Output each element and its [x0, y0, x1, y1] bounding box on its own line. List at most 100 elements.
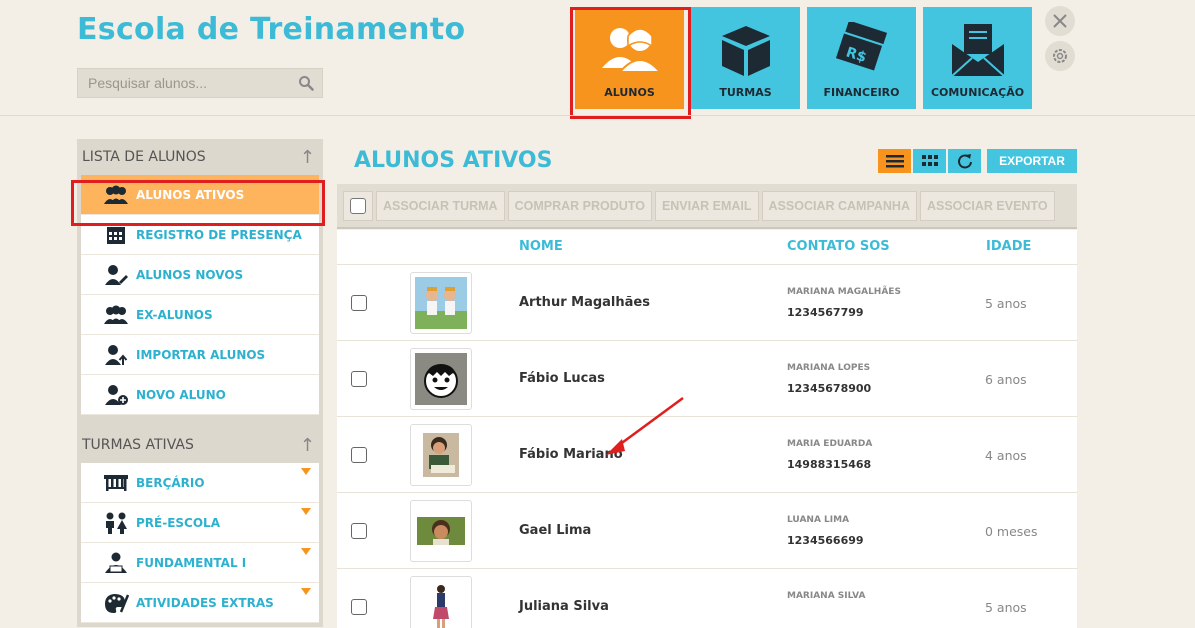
user-import-icon	[105, 344, 128, 365]
comprar-produto-button[interactable]: COMPRAR PRODUTO	[507, 190, 652, 221]
sidebar-item-alunos-ativos[interactable]: ALUNOS ATIVOS	[81, 175, 319, 215]
module-alunos[interactable]: ALUNOS	[575, 7, 684, 109]
column-header-age[interactable]: IDADE	[986, 239, 1031, 254]
row-checkbox[interactable]	[351, 295, 367, 311]
contact-name: MARIANA LOPES	[787, 363, 871, 373]
sidebar-section-header[interactable]: LISTA DE ALUNOS ↑	[77, 139, 323, 175]
student-list-menu: ALUNOS ATIVOS REGISTRO DE PRESENÇA ALUNO…	[77, 175, 323, 419]
module-label: FINANCEIRO	[823, 86, 900, 99]
group-icon	[104, 305, 128, 324]
students-table: NOME CONTATO SOS IDADE Arthur Magalhães …	[337, 230, 1077, 628]
kids-icon	[106, 512, 127, 534]
student-age: 5 anos	[985, 600, 1027, 615]
settings-button[interactable]	[1045, 41, 1075, 71]
contact-name: MARIA EDUARDA	[787, 439, 873, 449]
students-icon	[601, 27, 662, 73]
associar-campanha-button[interactable]: ASSOCIAR CAMPANHA	[761, 190, 917, 221]
close-icon	[1053, 14, 1067, 28]
search-box[interactable]	[77, 68, 323, 98]
student-photo	[410, 348, 472, 410]
sidebar-section-title: LISTA DE ALUNOS	[82, 149, 206, 165]
search-icon[interactable]	[298, 75, 314, 91]
class-list-menu: BERÇÁRIO PRÉ-ESCOLA FUNDAMENTAL I ATIVID…	[77, 463, 323, 627]
expand-triangle-icon[interactable]	[301, 548, 311, 555]
child-reading-photo-icon	[415, 429, 467, 481]
table-row[interactable]: Gael Lima LUANA LIMA 1234566699 0 meses	[337, 493, 1077, 569]
column-header-name[interactable]: NOME	[519, 239, 563, 254]
student-photo	[410, 424, 472, 486]
user-edit-icon	[105, 264, 128, 285]
sidebar-section-header[interactable]: TURMAS ATIVAS ↑	[77, 427, 323, 463]
gear-icon	[1053, 49, 1067, 63]
student-name[interactable]: Fábio Lucas	[519, 371, 605, 386]
grid-icon	[921, 155, 938, 166]
row-checkbox[interactable]	[351, 447, 367, 463]
row-checkbox[interactable]	[351, 523, 367, 539]
sidebar-item-atividades-extras[interactable]: ATIVIDADES EXTRAS	[81, 583, 319, 623]
table-row[interactable]: Juliana Silva MARIANA SILVA 5 anos	[337, 569, 1077, 628]
associar-turma-button[interactable]: ASSOCIAR TURMA	[376, 190, 505, 221]
sidebar-item-registro-presenca[interactable]: REGISTRO DE PRESENÇA	[81, 215, 319, 255]
collapse-arrow-icon[interactable]: ↑	[300, 435, 315, 456]
student-name[interactable]: Arthur Magalhães	[519, 295, 650, 310]
user-add-icon	[105, 384, 128, 405]
student-name[interactable]: Juliana Silva	[519, 599, 609, 614]
sidebar-item-bercario[interactable]: BERÇÁRIO	[81, 463, 319, 503]
contact-name: LUANA LIMA	[787, 515, 850, 525]
row-checkbox[interactable]	[351, 599, 367, 615]
sidebar-section-title: TURMAS ATIVAS	[82, 437, 194, 453]
expand-triangle-icon[interactable]	[301, 588, 311, 595]
table-row[interactable]: Arthur Magalhães MARIANA MAGALHÃES 12345…	[337, 265, 1077, 341]
student-photo	[410, 500, 472, 562]
list-view-button[interactable]	[878, 149, 911, 173]
student-name[interactable]: Fábio Mariano	[519, 447, 623, 462]
student-age: 4 anos	[985, 448, 1027, 463]
associar-evento-button[interactable]: ASSOCIAR EVENTO	[919, 190, 1055, 221]
contact-phone: 1234567799	[787, 306, 864, 319]
student-name[interactable]: Gael Lima	[519, 523, 591, 538]
sidebar-item-fundamental-i[interactable]: FUNDAMENTAL I	[81, 543, 319, 583]
contact-phone: 12345678900	[787, 382, 872, 395]
header-divider	[0, 115, 1195, 116]
module-comunicacao[interactable]: COMUNICAÇÃO	[923, 7, 1032, 109]
module-nav: ALUNOS TURMAS R$ FINANCEIRO COMUNICAÇÃO	[575, 7, 1032, 109]
student-reading-icon	[105, 552, 127, 573]
sidebar-item-importar-alunos[interactable]: IMPORTAR ALUNOS	[81, 335, 319, 375]
app-title: Escola de Treinamento	[77, 12, 466, 47]
enviar-email-button[interactable]: ENVIAR EMAIL	[654, 190, 759, 221]
close-button[interactable]	[1045, 6, 1075, 36]
sidebar: LISTA DE ALUNOS ↑ ALUNOS ATIVOS REGISTRO…	[77, 139, 323, 627]
search-input[interactable]	[78, 69, 288, 97]
collapse-arrow-icon[interactable]: ↑	[300, 147, 315, 168]
sidebar-item-ex-alunos[interactable]: EX-ALUNOS	[81, 295, 319, 335]
module-turmas[interactable]: TURMAS	[691, 7, 800, 109]
table-row[interactable]: Fábio Lucas MARIANA LOPES 12345678900 6 …	[337, 341, 1077, 417]
contact-phone: 1234566699	[787, 534, 864, 547]
table-row[interactable]: Fábio Mariano MARIA EDUARDA 14988315468 …	[337, 417, 1077, 493]
avatar-icon	[415, 353, 467, 405]
crib-icon	[104, 474, 128, 491]
grid-view-button[interactable]	[913, 149, 946, 173]
module-label: TURMAS	[719, 86, 772, 99]
expand-triangle-icon[interactable]	[301, 508, 311, 515]
group-icon	[104, 185, 128, 204]
column-header-contact[interactable]: CONTATO SOS	[787, 239, 890, 254]
student-age: 5 anos	[985, 296, 1027, 311]
refresh-button[interactable]	[948, 149, 981, 173]
export-button[interactable]: EXPORTAR	[987, 149, 1077, 173]
select-all-checkbox[interactable]	[343, 190, 373, 221]
module-label: COMUNICAÇÃO	[930, 86, 1025, 99]
student-photo	[410, 576, 472, 628]
refresh-icon	[957, 154, 972, 169]
sidebar-item-pre-escola[interactable]: PRÉ-ESCOLA	[81, 503, 319, 543]
box-icon	[721, 26, 770, 76]
module-financeiro[interactable]: R$ FINANCEIRO	[807, 7, 916, 109]
sidebar-item-alunos-novos[interactable]: ALUNOS NOVOS	[81, 255, 319, 295]
calendar-icon	[107, 226, 125, 244]
row-checkbox[interactable]	[351, 371, 367, 387]
expand-triangle-icon[interactable]	[301, 468, 311, 475]
sidebar-item-novo-aluno[interactable]: NOVO ALUNO	[81, 375, 319, 415]
contact-name: MARIANA SILVA	[787, 591, 866, 601]
palette-icon	[105, 593, 129, 613]
contact-phone: 14988315468	[787, 458, 872, 471]
